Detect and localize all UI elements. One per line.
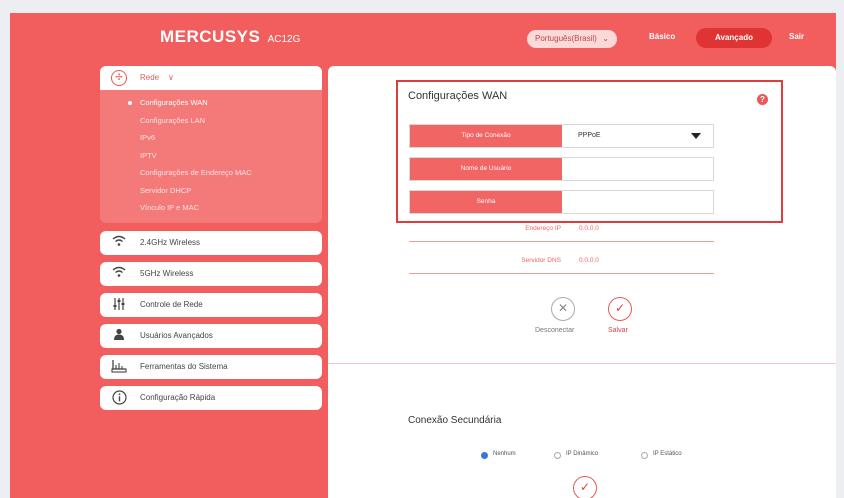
- sidebar-group-ferramentas[interactable]: Ferramentas do Sistema: [100, 354, 322, 379]
- check-icon: ✓: [579, 480, 591, 494]
- close-icon: ✕: [557, 301, 569, 315]
- sidebar-group-usuarios[interactable]: Usuários Avançados: [100, 323, 322, 348]
- dropdown-arrow-icon: [691, 133, 701, 139]
- password-input[interactable]: [562, 191, 713, 213]
- sidebar-group-24ghz[interactable]: 2.4GHz Wireless: [100, 230, 322, 255]
- password-label: Senha: [410, 191, 562, 213]
- sliders-icon: [111, 297, 127, 313]
- sidebar-group-label: Usuários Avançados: [140, 330, 213, 340]
- wifi-icon: [111, 266, 127, 282]
- sidebar-group-label: 5GHz Wireless: [140, 268, 194, 278]
- save-button[interactable]: ✓: [608, 297, 632, 321]
- sidebar-item-lan[interactable]: Configurações LAN: [100, 112, 322, 130]
- nav-basic-link[interactable]: Básico: [649, 32, 675, 41]
- top-header: MERCUSYS AC12G Português(Brasil) ⌄ Básic…: [10, 13, 836, 63]
- connection-type-select[interactable]: Tipo de Conexão PPPoE: [409, 124, 714, 148]
- language-value: Português(Brasil): [535, 34, 597, 43]
- radio-label: IP Dinâmico: [566, 451, 599, 457]
- ip-address-label: Endereço IP: [525, 225, 561, 232]
- check-icon: ✓: [614, 301, 626, 315]
- user-icon: [111, 328, 127, 344]
- sidebar-item-ipv6[interactable]: IPv6: [100, 129, 322, 147]
- language-select[interactable]: Português(Brasil) ⌄: [527, 30, 617, 48]
- connection-type-label: Tipo de Conexão: [410, 125, 562, 147]
- sidebar-group-controle[interactable]: Controle de Rede: [100, 292, 322, 317]
- main-panel: Configurações WAN ? Tipo de Conexão PPPo…: [328, 66, 836, 498]
- sidebar-item-mac[interactable]: Configurações de Endereço MAC: [100, 164, 322, 182]
- info-icon: [111, 389, 127, 406]
- sidebar-group-label: Controle de Rede: [140, 299, 203, 309]
- brand-model: AC12G: [267, 34, 301, 45]
- ip-address-value: 0.0.0.0: [579, 225, 599, 232]
- password-row: Senha: [409, 190, 714, 214]
- nav-advanced-button[interactable]: Avançado: [696, 28, 772, 48]
- sidebar-item-dhcp[interactable]: Servidor DHCP: [100, 182, 322, 200]
- radio-dot: [554, 452, 561, 459]
- ip-address-row: Endereço IP 0.0.0.0: [409, 222, 714, 242]
- sidebar-group-rede[interactable]: ✢ Rede ∨: [100, 66, 322, 90]
- sidebar: ✢ Rede ∨ Configurações WAN Configurações…: [100, 66, 322, 417]
- brand-name: MERCUSYS: [160, 27, 261, 46]
- username-input[interactable]: [562, 158, 713, 180]
- sidebar-group-configuracao-rapida[interactable]: Configuração Rápida: [100, 385, 322, 410]
- dns-server-value: 0.0.0.0: [579, 257, 599, 264]
- sidebar-item-wan[interactable]: Configurações WAN: [100, 94, 322, 112]
- secondary-save-button[interactable]: ✓: [573, 476, 597, 498]
- chevron-down-icon: ⌄: [602, 34, 609, 43]
- sidebar-group-5ghz[interactable]: 5GHz Wireless: [100, 261, 322, 286]
- chevron-down-icon: ∨: [168, 73, 174, 82]
- tools-icon: [111, 359, 127, 375]
- sidebar-group-label: Ferramentas do Sistema: [140, 361, 228, 371]
- connection-type-value: PPPoE: [578, 132, 601, 139]
- sidebar-item-ip-mac[interactable]: Vínculo IP e MAC: [100, 199, 322, 217]
- save-label: Salvar: [608, 327, 628, 334]
- radio-dot: [481, 452, 488, 459]
- help-icon[interactable]: ?: [757, 94, 768, 105]
- radio-label: IP Estático: [653, 451, 682, 457]
- secondary-connection-title: Conexão Secundária: [408, 415, 502, 426]
- nav-exit-link[interactable]: Sair: [789, 32, 804, 41]
- disconnect-button[interactable]: ✕: [551, 297, 575, 321]
- brand-logo: MERCUSYS AC12G: [160, 27, 300, 47]
- dns-server-label: Servidor DNS: [521, 257, 561, 264]
- wifi-icon: [111, 235, 127, 251]
- section-divider: [328, 363, 836, 364]
- username-row: Nome de Usuário: [409, 157, 714, 181]
- username-label: Nome de Usuário: [410, 158, 562, 180]
- dns-server-row: Servidor DNS 0.0.0.0: [409, 254, 714, 274]
- radio-dot: [641, 452, 648, 459]
- rede-submenu: Configurações WAN Configurações LAN IPv6…: [100, 90, 322, 223]
- sidebar-group-label: Configuração Rápida: [140, 392, 216, 402]
- sidebar-group-label: Rede: [140, 73, 160, 82]
- radio-label: Nenhum: [493, 451, 516, 457]
- globe-icon: ✢: [111, 70, 127, 86]
- wan-section-title: Configurações WAN: [408, 90, 508, 102]
- disconnect-label: Desconectar: [535, 327, 575, 334]
- sidebar-group-label: 2.4GHz Wireless: [140, 237, 201, 247]
- router-admin-app: MERCUSYS AC12G Português(Brasil) ⌄ Básic…: [10, 13, 836, 498]
- sidebar-item-iptv[interactable]: IPTV: [100, 147, 322, 165]
